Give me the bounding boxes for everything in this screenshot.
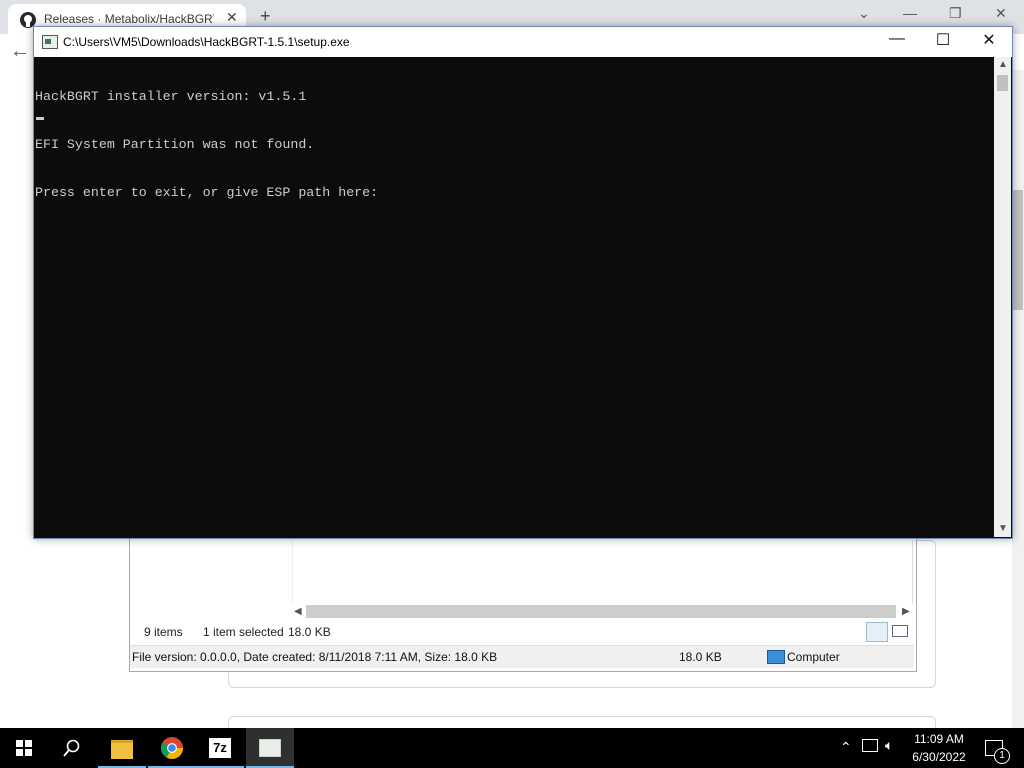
- file-info: File version: 0.0.0.0, Date created: 8/1…: [132, 650, 498, 664]
- search-button[interactable]: [48, 728, 96, 768]
- start-button[interactable]: [0, 728, 48, 768]
- chrome-taskbar-button[interactable]: [148, 728, 196, 768]
- chevron-up-icon[interactable]: ⌃: [840, 739, 852, 756]
- 7zip-taskbar-button[interactable]: 7z: [196, 728, 244, 768]
- chrome-icon: [161, 737, 183, 759]
- computer-icon: [767, 650, 785, 664]
- text-cursor: [36, 117, 44, 120]
- tab-close-button[interactable]: ✕: [226, 9, 238, 26]
- console-maximize-button[interactable]: ☐: [920, 30, 966, 50]
- large-icons-view-button[interactable]: [892, 625, 908, 637]
- back-button[interactable]: ←: [10, 40, 30, 63]
- details-view-button[interactable]: [866, 622, 888, 642]
- windows-icon: [16, 740, 32, 756]
- browser-close-button[interactable]: ✕: [995, 5, 1007, 22]
- explorer-hscrollbar-thumb[interactable]: [306, 605, 896, 618]
- clock-date[interactable]: 6/30/2022: [904, 750, 974, 764]
- page-scrollbar[interactable]: [1012, 70, 1024, 728]
- console-close-button[interactable]: ✕: [966, 30, 1012, 50]
- search-icon: [63, 739, 80, 757]
- notification-badge: 1: [994, 748, 1010, 764]
- console-line: EFI System Partition was not found.: [35, 137, 315, 152]
- console-taskbar-button[interactable]: [246, 728, 294, 768]
- console-line: HackBGRT installer version: v1.5.1: [35, 89, 307, 104]
- column-divider: [912, 540, 913, 604]
- selection-size: 18.0 KB: [288, 625, 331, 639]
- folder-icon: [111, 740, 133, 759]
- console-app-icon: [259, 739, 281, 757]
- console-minimize-button[interactable]: —: [874, 30, 920, 48]
- selection-status: 1 item selected: [203, 625, 284, 639]
- console-line: Press enter to exit, or give ESP path he…: [35, 185, 379, 200]
- clock-time[interactable]: 11:09 AM: [904, 732, 974, 746]
- tab-search-icon[interactable]: ⌄: [858, 5, 870, 22]
- new-tab-button[interactable]: +: [260, 6, 271, 27]
- column-divider: [292, 540, 293, 604]
- scroll-down-icon[interactable]: ▼: [998, 523, 1008, 534]
- location-label: Computer: [787, 650, 840, 664]
- tab-title: Releases · Metabolix/HackBGRT ·: [44, 12, 214, 26]
- console-titlebar[interactable]: C:\Users\VM5\Downloads\HackBGRT-1.5.1\se…: [34, 27, 1012, 57]
- file-explorer-taskbar-button[interactable]: [98, 728, 146, 768]
- explorer-statusbar: 9 items 1 item selected 18.0 KB: [130, 621, 914, 645]
- 7zip-icon: 7z: [209, 738, 231, 758]
- page-scrollbar-thumb[interactable]: [1013, 190, 1023, 310]
- file-list: [130, 540, 914, 604]
- file-size: 18.0 KB: [679, 650, 722, 664]
- scroll-left-icon[interactable]: ◀: [294, 606, 302, 617]
- console-scrollbar-thumb[interactable]: [997, 75, 1008, 91]
- items-count: 9 items: [144, 625, 183, 639]
- console-window: C:\Users\VM5\Downloads\HackBGRT-1.5.1\se…: [33, 26, 1013, 539]
- console-icon: [42, 35, 58, 49]
- console-output[interactable]: HackBGRT installer version: v1.5.1 EFI S…: [34, 57, 994, 537]
- console-scrollbar[interactable]: [994, 57, 1011, 537]
- browser-restore-button[interactable]: ❐: [949, 5, 962, 22]
- scroll-right-icon[interactable]: ▶: [902, 606, 910, 617]
- browser-minimize-button[interactable]: —: [903, 5, 917, 21]
- volume-icon[interactable]: 🔈︎: [885, 737, 893, 754]
- explorer-details-bar: File version: 0.0.0.0, Date created: 8/1…: [130, 645, 914, 668]
- network-icon[interactable]: [862, 739, 878, 752]
- scroll-up-icon[interactable]: ▲: [998, 59, 1008, 70]
- console-title: C:\Users\VM5\Downloads\HackBGRT-1.5.1\se…: [63, 35, 350, 49]
